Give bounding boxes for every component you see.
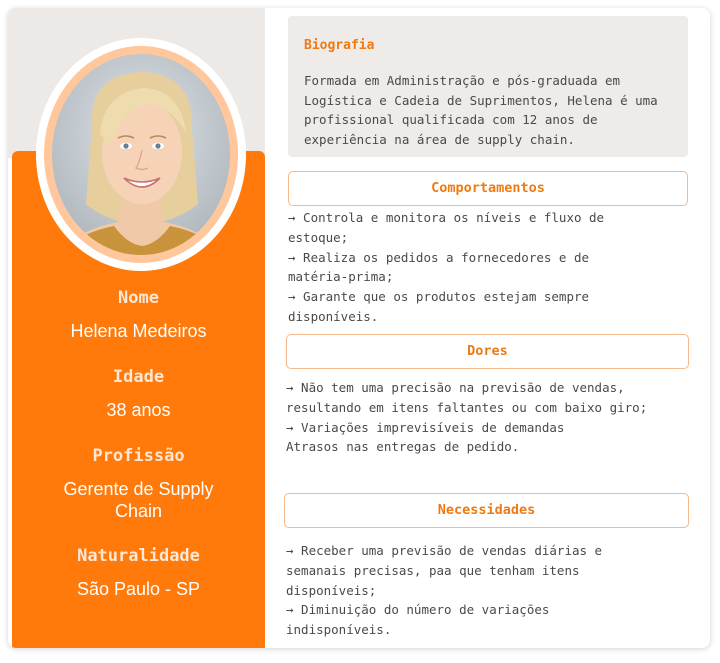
- pains-list: → Não tem uma precisão na previsão de ve…: [286, 378, 666, 457]
- persona-card: Nome Helena Medeiros Idade 38 anos Profi…: [8, 8, 710, 648]
- list-item: → Variações imprevisíveis de demandas: [286, 419, 565, 435]
- origin-value: São Paulo - SP: [76, 579, 201, 599]
- needs-title: Necessidades: [284, 493, 689, 528]
- biography-panel: Biografia Formada em Administração e pós…: [288, 16, 688, 157]
- list-item: → Não tem uma precisão na previsão de ve…: [286, 380, 648, 415]
- portrait-illustration: [52, 54, 230, 255]
- list-item: Atrasos nas entregas de pedido.: [286, 439, 520, 455]
- age-label: Idade: [112, 367, 165, 387]
- behaviors-title: Comportamentos: [288, 171, 688, 206]
- job-block: Profissão Gerente de Supply Chain: [12, 446, 265, 522]
- biography-title: Biografia: [304, 38, 375, 53]
- job-value: Gerente de Supply Chain: [63, 479, 214, 521]
- biography-text: Formada em Administração e pós-graduada …: [304, 73, 658, 147]
- needs-list: → Receber uma previsão de vendas diárias…: [286, 541, 646, 640]
- behaviors-list: → Controla e monitora os níveis e fluxo …: [288, 208, 648, 327]
- origin-block: Naturalidade São Paulo - SP: [12, 546, 265, 600]
- list-item: → Realiza os pedidos a fornecedores e de…: [288, 249, 590, 285]
- list-item: → Controla e monitora os níveis e fluxo …: [288, 210, 605, 245]
- list-item: → Diminuição do número de variações indi…: [286, 602, 550, 638]
- age-block: Idade 38 anos: [12, 367, 265, 421]
- list-item: → Receber uma previsão de vendas diárias…: [286, 543, 603, 598]
- origin-label: Naturalidade: [77, 546, 200, 566]
- name-label: Nome: [118, 288, 159, 308]
- list-item: → Garante que os produtos estejam sempre…: [288, 289, 590, 324]
- name-block: Nome Helena Medeiros: [12, 288, 265, 342]
- age-value: 38 anos: [106, 400, 171, 420]
- avatar: [52, 54, 230, 255]
- name-value: Helena Medeiros: [70, 321, 207, 341]
- job-label: Profissão: [92, 446, 185, 466]
- pains-title: Dores: [286, 334, 689, 369]
